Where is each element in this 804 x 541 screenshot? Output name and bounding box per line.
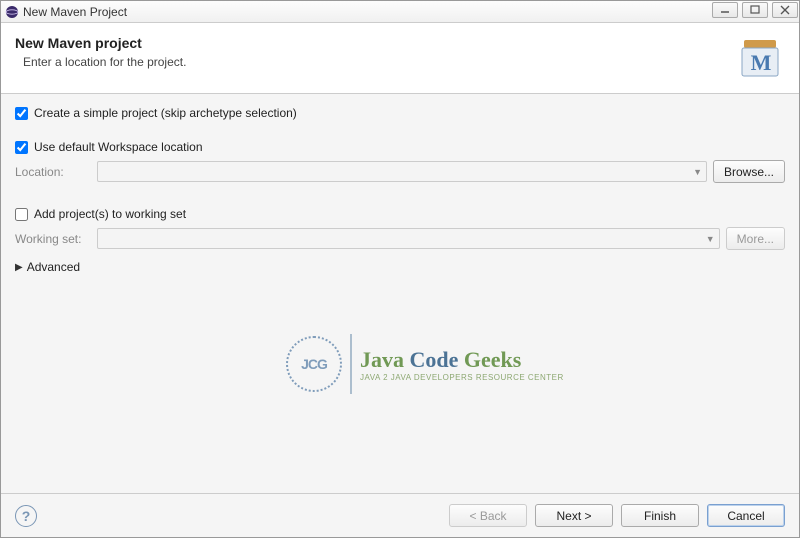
banner-description: Enter a location for the project. — [15, 55, 737, 69]
minimize-button[interactable] — [712, 2, 738, 18]
watermark-divider — [350, 334, 352, 394]
wizard-footer: ? < Back Next > Finish Cancel — [1, 493, 799, 537]
finish-button[interactable]: Finish — [621, 504, 699, 527]
location-combo: ▼ — [97, 161, 707, 182]
add-working-set-checkbox[interactable] — [15, 208, 28, 221]
back-button: < Back — [449, 504, 527, 527]
more-button: More... — [726, 227, 785, 250]
cancel-button[interactable]: Cancel — [707, 504, 785, 527]
simple-project-label: Create a simple project (skip archetype … — [34, 106, 297, 120]
svg-text:M: M — [751, 50, 772, 75]
wizard-body: Create a simple project (skip archetype … — [1, 94, 799, 493]
triangle-right-icon: ▶ — [15, 262, 23, 273]
window-title: New Maven Project — [23, 5, 795, 19]
watermark-subtitle: Java 2 Java Developers Resource Center — [360, 373, 564, 382]
location-label: Location: — [15, 165, 91, 179]
banner-title: New Maven project — [15, 35, 737, 51]
watermark-badge: JCG — [286, 336, 342, 392]
eclipse-icon — [5, 5, 19, 19]
watermark: JCG Java Code Geeks Java 2 Java Develope… — [286, 334, 564, 394]
working-set-label: Working set: — [15, 232, 91, 246]
chevron-down-icon: ▼ — [693, 167, 702, 177]
maximize-button[interactable] — [742, 2, 768, 18]
use-default-location-label: Use default Workspace location — [34, 140, 203, 154]
next-button[interactable]: Next > — [535, 504, 613, 527]
watermark-title: Java Code Geeks — [360, 347, 564, 373]
advanced-toggle[interactable]: ▶ Advanced — [15, 260, 785, 274]
advanced-label: Advanced — [27, 260, 80, 274]
browse-button[interactable]: Browse... — [713, 160, 785, 183]
titlebar: New Maven Project — [1, 1, 799, 23]
use-default-location-checkbox[interactable] — [15, 141, 28, 154]
close-button[interactable] — [772, 2, 798, 18]
help-icon[interactable]: ? — [15, 505, 37, 527]
wizard-banner: New Maven project Enter a location for t… — [1, 23, 799, 94]
simple-project-checkbox[interactable] — [15, 107, 28, 120]
working-set-combo: ▼ — [97, 228, 720, 249]
maven-box-icon: M — [737, 35, 785, 83]
add-working-set-label: Add project(s) to working set — [34, 207, 186, 221]
chevron-down-icon: ▼ — [706, 234, 715, 244]
